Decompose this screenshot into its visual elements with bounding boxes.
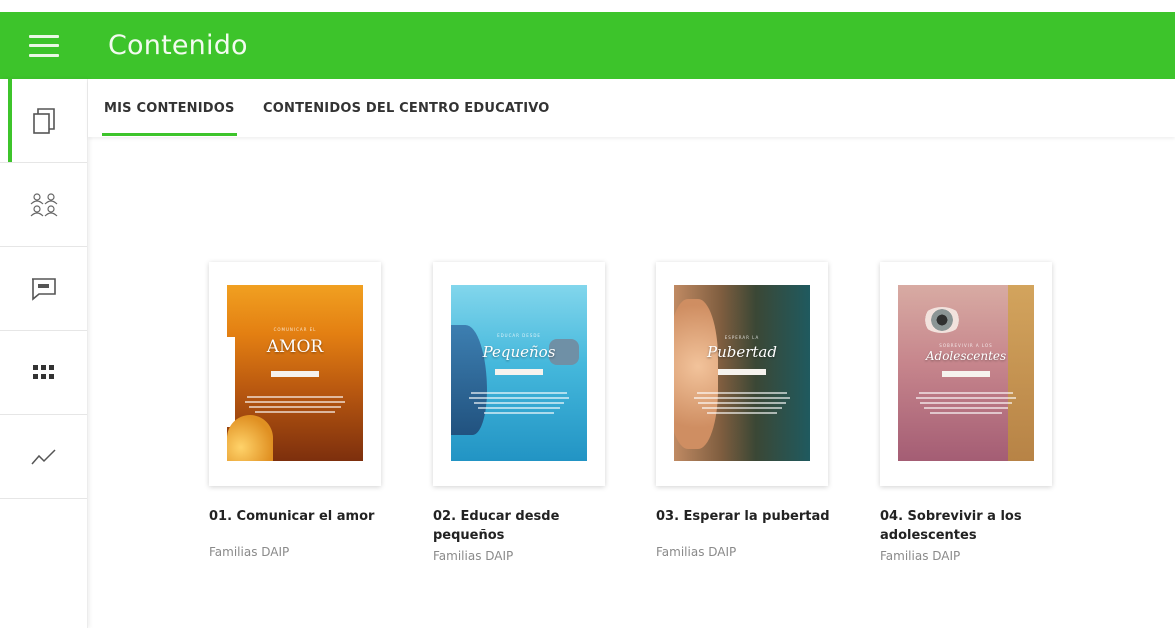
group-users-icon [30, 192, 57, 216]
content-card[interactable]: COMUNICAR EL AMOR [209, 262, 381, 486]
content-cover-image: EDUCAR DESDE Pequeños [451, 285, 587, 461]
page-title: Contenido [108, 30, 248, 61]
content-author: Familias DAIP [209, 545, 290, 559]
hamburger-menu-button[interactable] [0, 12, 88, 79]
content-title[interactable]: 02. Educar desde pequeños [433, 507, 613, 545]
content-card[interactable]: EDUCAR DESDE Pequeños [433, 262, 605, 486]
sidebar-item-statistics[interactable] [0, 415, 87, 499]
content-cover-image: SOBREVIVIR A LOS Adolescentes [898, 285, 1034, 461]
sidebar [0, 79, 88, 628]
content-title[interactable]: 04. Sobrevivir a los adolescentes [880, 507, 1060, 545]
content-author: Familias DAIP [880, 549, 961, 563]
content-title[interactable]: 01. Comunicar el amor [209, 507, 389, 526]
top-app-bar: Contenido [0, 12, 1175, 79]
content-tabs: MIS CONTENIDOS CONTENIDOS DEL CENTRO EDU… [88, 79, 1175, 137]
tab-school-contents[interactable]: CONTENIDOS DEL CENTRO EDUCATIVO [263, 79, 550, 137]
content-author: Familias DAIP [656, 545, 737, 559]
copy-pages-icon [32, 107, 55, 134]
sidebar-item-contents[interactable] [0, 79, 87, 163]
apps-grid-icon [32, 364, 54, 379]
chat-message-icon [31, 277, 56, 301]
sidebar-item-groups[interactable] [0, 163, 87, 247]
sidebar-item-messages[interactable] [0, 247, 87, 331]
content-cover-image: ESPERAR LA Pubertad [674, 285, 810, 461]
sidebar-item-apps[interactable] [0, 331, 87, 415]
trend-chart-icon [30, 448, 56, 464]
tab-my-contents[interactable]: MIS CONTENIDOS [102, 79, 237, 137]
content-title[interactable]: 03. Esperar la pubertad [656, 507, 836, 526]
content-card[interactable]: SOBREVIVIR A LOS Adolescentes [880, 262, 1052, 486]
content-card[interactable]: ESPERAR LA Pubertad [656, 262, 828, 486]
content-cover-image: COMUNICAR EL AMOR [227, 285, 363, 461]
menu-icon [29, 34, 59, 57]
content-author: Familias DAIP [433, 549, 514, 563]
